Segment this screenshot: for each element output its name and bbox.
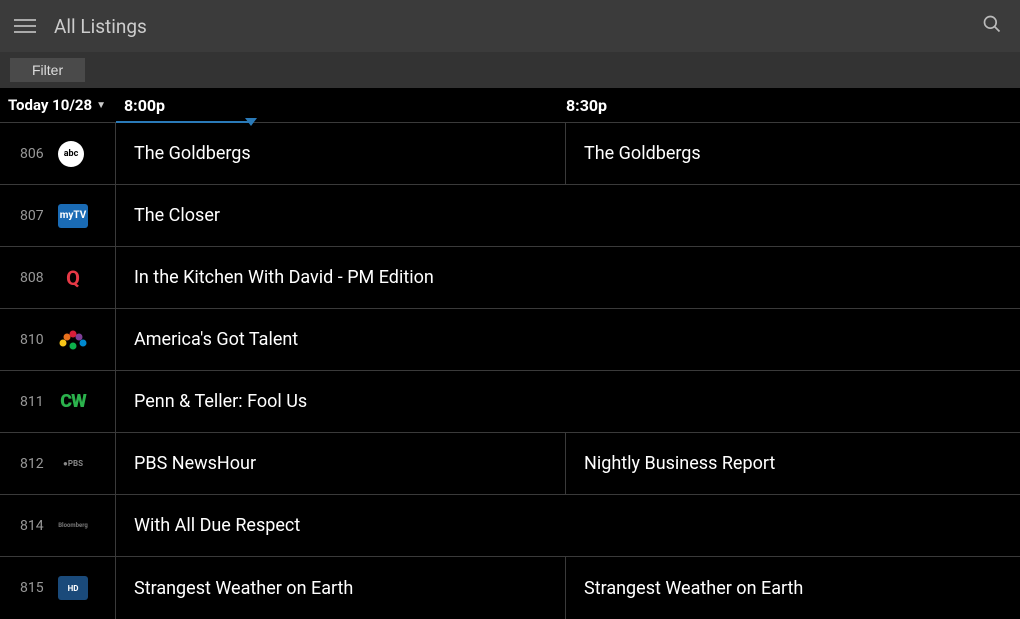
channel-number: 810	[20, 332, 58, 348]
channel-cell[interactable]: 810	[0, 309, 116, 370]
page-title: All Listings	[54, 15, 978, 38]
channel-logo-cw: CW	[58, 390, 88, 414]
program-cell[interactable]: The Closer	[116, 185, 1020, 246]
channel-cell[interactable]: 811CW	[0, 371, 116, 432]
channel-cell[interactable]: 808Q	[0, 247, 116, 308]
menu-icon[interactable]	[14, 15, 36, 37]
channel-number: 812	[20, 456, 58, 472]
program-cell[interactable]: Strangest Weather on Earth	[566, 557, 1020, 619]
channel-logo-abc: abc	[58, 141, 84, 167]
channel-cell[interactable]: 814Bloomberg	[0, 495, 116, 556]
program-cell[interactable]: In the Kitchen With David - PM Edition	[116, 247, 1020, 308]
program-cell[interactable]: The Goldbergs	[116, 123, 566, 184]
channel-cell[interactable]: 807myTV	[0, 185, 116, 246]
channel-row: 814BloombergWith All Due Respect	[0, 495, 1020, 557]
chevron-down-icon: ▼	[96, 100, 106, 111]
now-indicator	[116, 121, 251, 123]
time-header: Today 10/28 ▼ 8:00p 8:30p	[0, 88, 1020, 122]
search-icon[interactable]	[978, 10, 1006, 42]
program-cell[interactable]: Nightly Business Report	[566, 433, 1020, 494]
date-picker[interactable]: Today 10/28 ▼	[0, 96, 116, 114]
channel-logo-bloom: Bloomberg	[58, 514, 88, 538]
program-cell[interactable]: Penn & Teller: Fool Us	[116, 371, 1020, 432]
channel-logo-pbs: ●PBS	[58, 452, 88, 476]
channel-row: 807myTVThe Closer	[0, 185, 1020, 247]
channel-row: 812●PBSPBS NewsHourNightly Business Repo…	[0, 433, 1020, 495]
channel-row: 815HDStrangest Weather on EarthStrangest…	[0, 557, 1020, 619]
channel-logo-nbc	[58, 328, 88, 352]
channel-logo-mytv: myTV	[58, 204, 88, 228]
program-cell[interactable]: With All Due Respect	[116, 495, 1020, 556]
filter-bar: Filter	[0, 52, 1020, 88]
program-cell[interactable]: The Goldbergs	[566, 123, 1020, 184]
channel-cell[interactable]: 812●PBS	[0, 433, 116, 494]
channel-number: 814	[20, 518, 58, 534]
program-cell[interactable]: America's Got Talent	[116, 309, 1020, 370]
channel-cell[interactable]: 806abc	[0, 123, 116, 184]
channel-number: 811	[20, 394, 58, 410]
time-slot-2: 8:30p	[566, 96, 1016, 115]
channel-row: 808QIn the Kitchen With David - PM Editi…	[0, 247, 1020, 309]
program-cell[interactable]: PBS NewsHour	[116, 433, 566, 494]
channel-logo-q: Q	[58, 266, 88, 290]
filter-button[interactable]: Filter	[10, 58, 85, 82]
channel-number: 815	[20, 580, 58, 596]
time-slot-1: 8:00p	[116, 96, 566, 115]
app-header: All Listings	[0, 0, 1020, 52]
channel-number: 807	[20, 208, 58, 224]
channel-number: 808	[20, 270, 58, 286]
listings-grid: 806abcThe GoldbergsThe Goldbergs807myTVT…	[0, 122, 1020, 619]
channel-row: 806abcThe GoldbergsThe Goldbergs	[0, 123, 1020, 185]
date-label: Today 10/28	[8, 96, 92, 114]
channel-cell[interactable]: 815HD	[0, 557, 116, 619]
channel-number: 806	[20, 146, 58, 162]
channel-logo-hd: HD	[58, 576, 88, 600]
channel-row: 811CWPenn & Teller: Fool Us	[0, 371, 1020, 433]
program-cell[interactable]: Strangest Weather on Earth	[116, 557, 566, 619]
channel-row: 810 America's Got Talent	[0, 309, 1020, 371]
